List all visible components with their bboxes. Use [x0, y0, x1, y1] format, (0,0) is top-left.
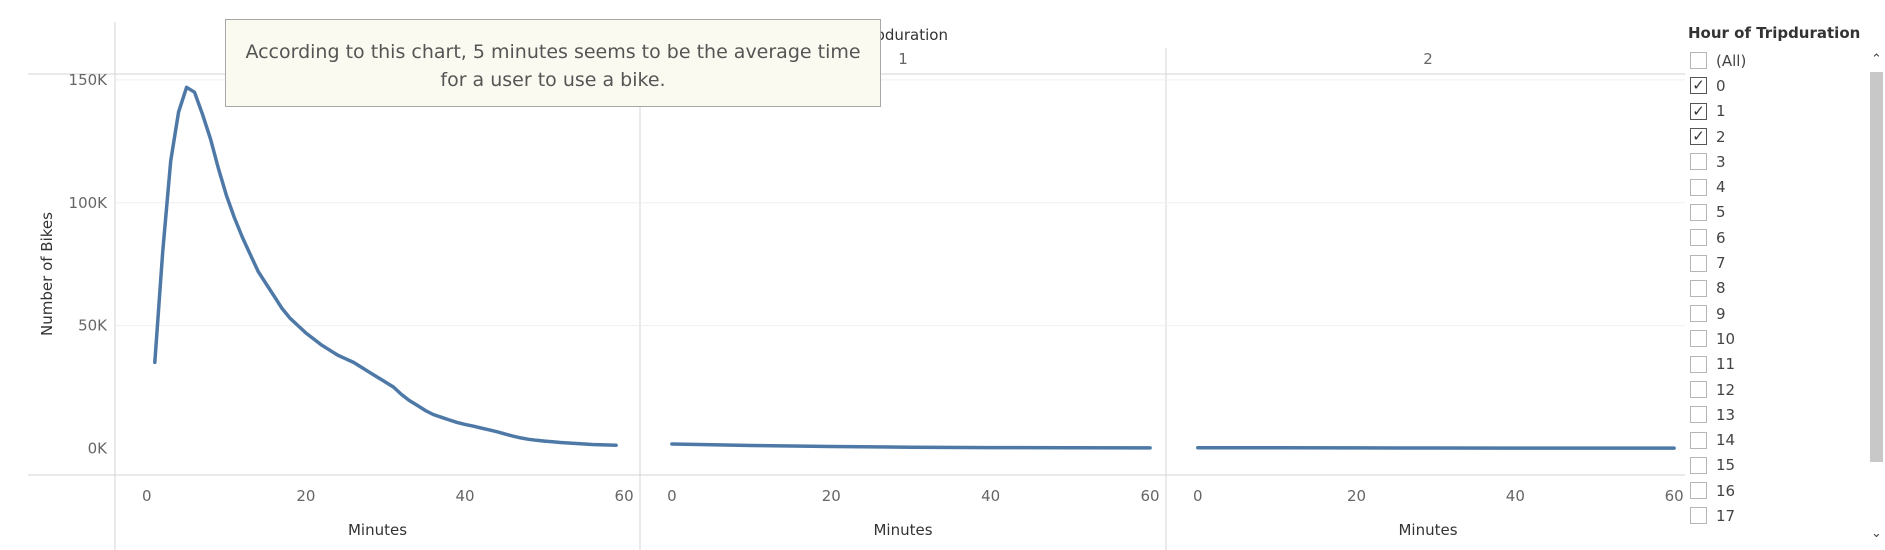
legend-item[interactable]: 10 — [1686, 326, 1846, 351]
checkbox-unchecked-icon[interactable] — [1690, 406, 1707, 424]
y-tick-label: 100K — [69, 194, 109, 212]
x-axis-title: Minutes — [873, 521, 932, 539]
legend-item[interactable]: 8 — [1686, 276, 1846, 301]
checkbox-unchecked-icon[interactable] — [1690, 431, 1707, 449]
checkbox-unchecked-icon[interactable] — [1690, 456, 1707, 474]
x-tick-label: 20 — [296, 487, 315, 505]
legend-item[interactable]: 17 — [1686, 503, 1846, 528]
legend-item[interactable]: 9 — [1686, 301, 1846, 326]
y-tick-label: 150K — [69, 71, 109, 89]
x-tick-label: 40 — [455, 487, 474, 505]
checkbox-checked-icon[interactable]: ✓ — [1690, 77, 1707, 95]
legend-item[interactable]: ✓ 1 — [1686, 99, 1846, 124]
chevron-down-icon[interactable]: ⌄ — [1868, 526, 1885, 542]
legend-item[interactable]: ✓ 0 — [1686, 73, 1846, 98]
checkbox-checked-icon[interactable]: ✓ — [1690, 128, 1707, 146]
legend-item[interactable]: 16 — [1686, 478, 1846, 503]
legend-item-label: 7 — [1716, 254, 1726, 273]
x-tick-label: 60 — [615, 487, 634, 505]
checkbox-unchecked-icon[interactable] — [1690, 254, 1707, 272]
tick-labels: 0K 50K 100K 150K 0 20 40 60 0 20 40 60 0 20 40 60 — [69, 71, 1684, 505]
legend-item[interactable]: 5 — [1686, 200, 1846, 225]
series-lines — [153, 85, 1676, 450]
legend-item[interactable]: ✓ 2 — [1686, 124, 1846, 149]
legend-item-label: 14 — [1716, 431, 1736, 450]
x-axis-title: Minutes — [348, 521, 407, 539]
legend-item[interactable]: 7 — [1686, 250, 1846, 275]
checkbox-unchecked-icon[interactable] — [1690, 279, 1707, 297]
legend-item-label: 2 — [1716, 127, 1726, 146]
legend-item-label: 10 — [1716, 329, 1736, 348]
legend-item[interactable]: 15 — [1686, 453, 1846, 478]
legend-item-label: 12 — [1716, 380, 1736, 399]
x-tick-label: 40 — [981, 487, 1000, 505]
x-tick-label: 0 — [1193, 487, 1203, 505]
pane-label: 1 — [898, 50, 908, 68]
x-tick-label: 60 — [1665, 487, 1684, 505]
series-line-hour-1 — [670, 442, 1152, 450]
x-tick-label: 0 — [667, 487, 677, 505]
legend-item-label: 13 — [1716, 405, 1736, 424]
pane-label: 2 — [1423, 50, 1433, 68]
checkbox-unchecked-icon[interactable] — [1690, 507, 1707, 525]
legend-item-label: 1 — [1716, 102, 1726, 121]
legend-item[interactable]: 14 — [1686, 427, 1846, 452]
annotation-text: According to this chart, 5 minutes seems… — [245, 41, 861, 91]
checkbox-unchecked-icon[interactable] — [1690, 153, 1707, 171]
legend-item-label: 4 — [1716, 178, 1726, 197]
legend-scrollbar[interactable]: ⌃ ⌄ — [1868, 52, 1885, 542]
scroll-thumb[interactable] — [1870, 72, 1883, 462]
checkbox-unchecked-icon[interactable] — [1690, 355, 1707, 373]
x-tick-label: 40 — [1506, 487, 1525, 505]
legend-item[interactable]: 13 — [1686, 402, 1846, 427]
x-tick-label: 0 — [142, 487, 152, 505]
legend-item-label: 11 — [1716, 355, 1736, 374]
chevron-up-icon[interactable]: ⌃ — [1868, 52, 1885, 68]
legend-item-label: 0 — [1716, 76, 1726, 95]
legend-item[interactable]: 3 — [1686, 149, 1846, 174]
legend-item-label: (All) — [1716, 51, 1747, 70]
legend-item-label: 15 — [1716, 456, 1736, 475]
legend-panel: Hour of Tripduration (All) ✓ 0 ✓ 1 ✓ 2 3 4 5 6 7 8 9 1… — [1686, 24, 1861, 528]
checkbox-unchecked-icon[interactable] — [1690, 52, 1707, 70]
legend-item[interactable]: 12 — [1686, 377, 1846, 402]
gridlines — [115, 79, 1685, 327]
y-tick-label: 50K — [78, 317, 108, 335]
legend-list: (All) ✓ 0 ✓ 1 ✓ 2 3 4 5 6 7 8 9 10 11 12 13 14 15 16 17 — [1686, 48, 1846, 528]
legend-item-label: 5 — [1716, 203, 1726, 222]
legend-item-label: 3 — [1716, 152, 1726, 171]
x-tick-label: 20 — [1347, 487, 1366, 505]
legend-item-label: 16 — [1716, 481, 1736, 500]
legend-item-label: 6 — [1716, 228, 1726, 247]
legend-title: Hour of Tripduration — [1688, 24, 1861, 42]
series-line-hour-0 — [153, 85, 618, 447]
checkbox-unchecked-icon[interactable] — [1690, 330, 1707, 348]
y-tick-label: 0K — [88, 439, 109, 457]
x-axis-title: Minutes — [1398, 521, 1457, 539]
checkbox-unchecked-icon[interactable] — [1690, 178, 1707, 196]
legend-item[interactable]: 4 — [1686, 174, 1846, 199]
legend-item[interactable]: 6 — [1686, 225, 1846, 250]
x-tick-label: 60 — [1141, 487, 1160, 505]
x-tick-label: 20 — [822, 487, 841, 505]
checkbox-checked-icon[interactable]: ✓ — [1690, 102, 1707, 120]
legend-item[interactable]: 11 — [1686, 352, 1846, 377]
checkbox-unchecked-icon[interactable] — [1690, 305, 1707, 323]
y-axis-title: Number of Bikes — [38, 212, 56, 336]
legend-item-label: 17 — [1716, 506, 1736, 525]
annotation-box: According to this chart, 5 minutes seems… — [225, 19, 881, 107]
legend-item-label: 9 — [1716, 304, 1726, 323]
legend-item-label: 8 — [1716, 279, 1726, 298]
checkbox-unchecked-icon[interactable] — [1690, 229, 1707, 247]
checkbox-unchecked-icon[interactable] — [1690, 381, 1707, 398]
checkbox-unchecked-icon[interactable] — [1690, 203, 1707, 221]
checkbox-unchecked-icon[interactable] — [1690, 482, 1707, 500]
legend-item[interactable]: (All) — [1686, 48, 1846, 73]
